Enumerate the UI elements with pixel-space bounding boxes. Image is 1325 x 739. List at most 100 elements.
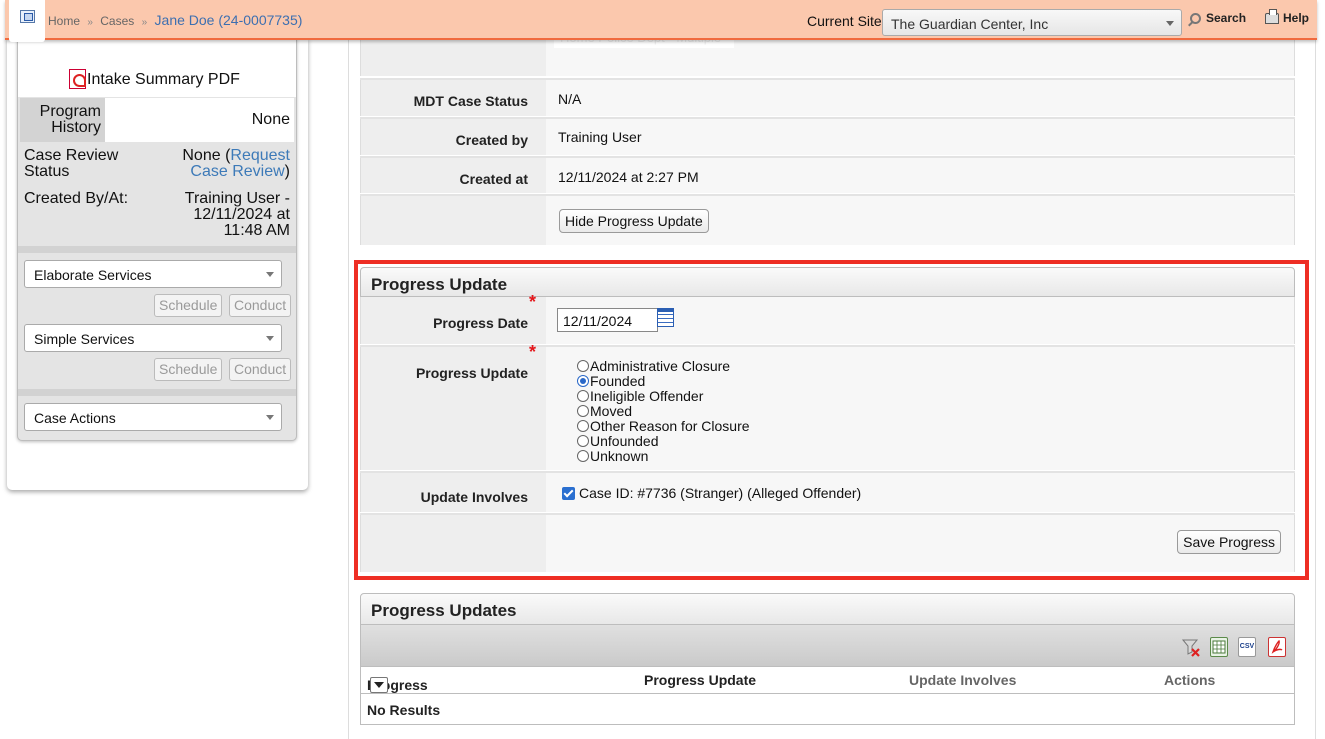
pdf-icon	[69, 69, 86, 89]
progress-update-form: Progress Date * 12/11/2024 Progress Updat…	[360, 292, 1295, 573]
progress-date-label-text: Progress Date	[433, 315, 528, 331]
radio-label: Founded	[590, 372, 646, 389]
progress-update-label-text: Progress Update	[415, 365, 528, 381]
help-label: Help	[1283, 11, 1310, 25]
column-header-progress-update[interactable]: Progress Update	[644, 672, 756, 688]
row-value: Home Police Dept - Multiple	[546, 30, 1295, 76]
csv-export-icon[interactable]: CSV	[1238, 637, 1256, 657]
progress-update-cell: Administrative Closure Founded Ineligibl…	[546, 347, 1295, 470]
radio-ineligible-offender[interactable]: Ineligible Offender	[577, 387, 750, 404]
case-review-value: None (Request Case Review)	[150, 148, 290, 180]
case-sidebar: Intake Summary PDF Program History None …	[17, 38, 297, 441]
created-at-label: Created at	[360, 158, 546, 193]
radio-unfounded[interactable]: Unfounded	[577, 432, 750, 449]
created-by-row: Created by Training User	[360, 119, 1295, 156]
breadcrumb: Home » Cases » Jane Doe (24-0007735)	[48, 12, 302, 28]
save-row: Save Progress	[360, 515, 1295, 573]
progress-date-cell: 12/11/2024	[546, 297, 1295, 344]
chevron-down-icon	[266, 336, 274, 341]
radio-other-reason-for-closure[interactable]: Other Reason for Closure	[577, 418, 750, 434]
progress-updates-header: Progress Updates	[360, 593, 1295, 625]
created-by-at-label: Created By/At:	[24, 190, 129, 207]
mdt-case-status-row: MDT Case Status N/A	[360, 80, 1295, 117]
involves-checkbox-item[interactable]: Case ID: #7736 (Stranger) (Alleged Offen…	[562, 485, 861, 501]
radio-icon	[577, 359, 589, 372]
radio-icon	[577, 449, 589, 462]
divider	[18, 246, 296, 253]
update-involves-row: Update Involves Case ID: #7736 (Stranger…	[360, 473, 1295, 513]
created-by-label: Created by	[360, 119, 546, 155]
divider	[18, 389, 296, 396]
mdt-case-status-label: MDT Case Status	[360, 80, 546, 116]
sidebar-toggle-button[interactable]	[9, 0, 45, 42]
breadcrumb-cases[interactable]: Cases	[100, 14, 134, 28]
radio-icon	[577, 434, 589, 447]
case-review-label: Case Review Status	[24, 147, 119, 180]
case-details: Home Police Dept - Multiple MDT Case Sta…	[360, 30, 1295, 246]
created-at-cell: 12/11/2024 at 2:27 PM	[546, 158, 1295, 193]
row-value: Hide Progress Update	[546, 196, 1295, 245]
progress-update-header: Progress Update	[360, 267, 1295, 297]
program-history-value: None	[105, 98, 294, 142]
progress-update-row: Progress Update * Administrative Closure …	[360, 342, 1295, 471]
pdf-export-icon[interactable]	[1268, 637, 1286, 657]
schedule-button[interactable]: Schedule	[154, 358, 223, 381]
progress-date-row: Progress Date * 12/11/2024	[360, 292, 1295, 345]
radio-icon	[577, 419, 589, 432]
update-involves-cell: Case ID: #7736 (Stranger) (Alleged Offen…	[546, 473, 1295, 512]
search-button[interactable]: Search	[1190, 11, 1246, 25]
involves-value: Case ID: #7736 (Stranger) (Alleged Offen…	[579, 485, 862, 501]
case-actions-select[interactable]: Case Actions	[24, 403, 282, 431]
grid-toolbar: CSV	[360, 625, 1295, 666]
radio-label: Ineligible Offender	[590, 387, 704, 404]
csv-label: CSV	[1239, 643, 1255, 650]
excel-export-icon[interactable]	[1210, 637, 1228, 657]
progress-date-input[interactable]: 12/11/2024	[557, 308, 658, 332]
intake-summary-pdf-label: Intake Summary PDF	[87, 71, 240, 88]
clear-filter-icon[interactable]	[1181, 637, 1200, 657]
elaborate-services-select[interactable]: Elaborate Services	[24, 260, 282, 288]
schedule-button[interactable]: Schedule	[154, 294, 223, 317]
mdt-case-status-value: N/A	[558, 91, 582, 107]
panel-toggle-icon	[19, 10, 35, 23]
radio-moved[interactable]: Moved	[577, 402, 750, 419]
radio-founded[interactable]: Founded	[577, 372, 750, 389]
created-by-cell: Training User	[546, 119, 1295, 155]
elaborate-services-value: Elaborate Services	[34, 267, 152, 283]
program-history-table: Program History None	[20, 98, 294, 142]
row-value: Save Progress	[546, 515, 1295, 572]
save-progress-button[interactable]: Save Progress	[1177, 530, 1281, 554]
required-marker: *	[528, 342, 536, 362]
breadcrumb-home[interactable]: Home	[48, 14, 80, 28]
sort-dropdown-icon[interactable]	[370, 677, 388, 693]
breadcrumb-current[interactable]: Jane Doe (24-0007735)	[155, 12, 303, 28]
calendar-icon[interactable]	[657, 308, 674, 327]
police-dept-row: Home Police Dept - Multiple	[360, 30, 1295, 77]
progress-update-title: Progress Update	[371, 275, 508, 294]
required-marker: *	[528, 292, 536, 312]
current-site-value: The Guardian Center, Inc	[891, 16, 1049, 32]
help-icon	[1265, 8, 1279, 24]
program-history-label: Program History	[20, 98, 105, 142]
simple-services-select[interactable]: Simple Services	[24, 324, 282, 352]
case-review-row: Case Review Status None (Request Case Re…	[18, 148, 296, 182]
radio-unknown[interactable]: Unknown	[577, 448, 750, 464]
conduct-button[interactable]: Conduct	[229, 294, 292, 317]
radio-label: Unfounded	[590, 432, 659, 449]
created-at-row: Created at 12/11/2024 at 2:27 PM	[360, 158, 1295, 194]
current-site-select[interactable]: The Guardian Center, Inc	[882, 9, 1182, 36]
radio-icon	[577, 404, 589, 417]
row-label	[360, 515, 546, 572]
radio-label: Administrative Closure	[590, 357, 731, 374]
case-review-status: None (	[182, 147, 231, 164]
help-button[interactable]: Help	[1265, 8, 1310, 25]
radio-administrative-closure[interactable]: Administrative Closure	[577, 357, 750, 374]
intake-summary-pdf-link[interactable]: Intake Summary PDF	[69, 69, 240, 89]
hide-progress-update-button[interactable]: Hide Progress Update	[559, 209, 709, 233]
radio-label: Moved	[590, 402, 633, 419]
progress-date-label: Progress Date *	[360, 292, 546, 344]
checkbox-checked-icon	[562, 486, 575, 500]
column-header-update-involves: Update Involves	[909, 672, 1017, 688]
conduct-button[interactable]: Conduct	[229, 358, 292, 381]
chevron-down-icon	[1166, 21, 1174, 26]
